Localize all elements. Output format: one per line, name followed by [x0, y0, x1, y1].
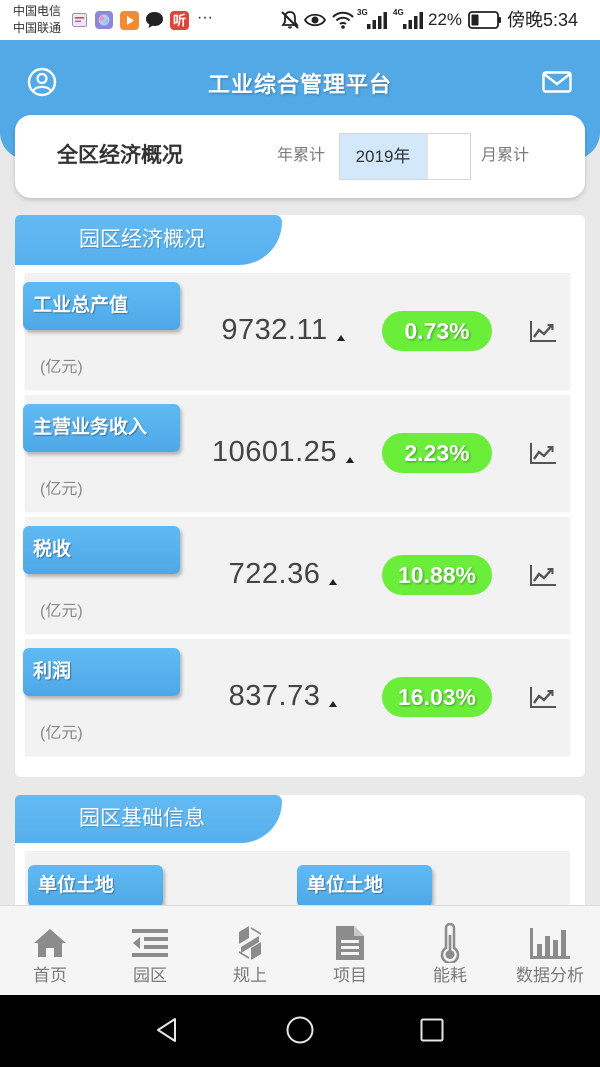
- eye-icon: [303, 12, 327, 28]
- back-icon[interactable]: [152, 1015, 182, 1045]
- metric-unit: (亿元): [40, 725, 83, 742]
- change-percent-badge: 2.23%: [382, 433, 492, 473]
- recents-icon[interactable]: [417, 1015, 447, 1045]
- nav-label: 数据分析: [516, 966, 584, 985]
- overview-title: 全区经济概况: [57, 144, 183, 167]
- year-cumulative-toggle[interactable]: 年累计: [277, 146, 325, 166]
- info-label-land: 单位土地: [297, 865, 432, 907]
- nav-label: 首页: [33, 966, 67, 985]
- month-cumulative-toggle[interactable]: 月累计: [481, 146, 529, 166]
- video-icon: [120, 11, 139, 30]
- signal-icon: [402, 11, 424, 29]
- carrier-info: 中国电信 中国联通: [13, 3, 61, 37]
- trend-up-icon: [329, 578, 338, 585]
- carrier-2: 中国联通: [13, 21, 62, 35]
- metric-label: 利润: [23, 648, 180, 696]
- mail-icon[interactable]: [542, 71, 572, 93]
- metric-unit: (亿元): [40, 481, 83, 498]
- metric-value: 9732.11: [221, 314, 328, 346]
- nav-item-above-scale[interactable]: 规上: [200, 906, 300, 995]
- system-navigation-bar: [0, 995, 600, 1067]
- metric-value: 10601.25: [212, 436, 337, 468]
- year-selector-blank[interactable]: [426, 134, 470, 179]
- park-economy-section: 园区经济概况 工业总产值 9732.11 0.73% (亿元) 主营业务收入 1…: [15, 215, 585, 777]
- chat-bubble-icon: [145, 11, 164, 29]
- trend-up-icon: [336, 334, 345, 341]
- nav-item-energy[interactable]: 能耗: [400, 906, 500, 995]
- home-circle-icon[interactable]: [285, 1015, 315, 1045]
- metric-unit: (亿元): [40, 603, 83, 620]
- status-bar: 中国电信 中国联通 听 ··· 3G 4G 22% 傍晚5:34: [0, 0, 600, 40]
- metric-value-group: 10601.25: [193, 432, 373, 472]
- info-label-land: 单位土地: [28, 865, 163, 907]
- bar-chart-icon: [500, 924, 600, 962]
- trend-chart-icon[interactable]: [529, 685, 557, 709]
- home-icon: [0, 924, 100, 962]
- thermometer-icon: [400, 923, 500, 963]
- metric-value: 837.73: [228, 680, 321, 712]
- metric-row-profit: 利润 837.73 16.03% (亿元): [23, 639, 570, 755]
- metric-label: 工业总产值: [23, 282, 180, 330]
- nav-item-projects[interactable]: 项目: [300, 906, 400, 995]
- metric-row-tax: 税收 722.36 10.88% (亿元): [23, 517, 570, 633]
- carrier-1: 中国电信: [13, 4, 62, 18]
- mute-icon: [280, 10, 300, 30]
- trend-chart-icon[interactable]: [529, 319, 557, 343]
- metric-label: 税收: [23, 526, 180, 574]
- more-notifications: ···: [197, 9, 213, 26]
- metric-row-industrial-output: 工业总产值 9732.11 0.73% (亿元): [23, 273, 570, 389]
- nav-label: 园区: [133, 966, 167, 985]
- nav-item-data-analysis[interactable]: 数据分析: [500, 906, 600, 995]
- metric-unit: (亿元): [40, 359, 83, 376]
- nav-label: 项目: [333, 966, 367, 985]
- app-icon: [95, 11, 113, 29]
- section-title: 园区基础信息: [15, 795, 282, 843]
- selected-year[interactable]: 2019年: [340, 134, 426, 179]
- document-icon: [300, 924, 400, 962]
- battery-icon: [468, 11, 502, 29]
- list-indent-icon: [100, 924, 200, 962]
- metric-label: 主营业务收入: [23, 404, 180, 452]
- clock: 傍晚5:34: [507, 10, 579, 30]
- trend-up-icon: [329, 700, 338, 707]
- district-overview-card: 全区经济概况 年累计 2019年 月累计: [15, 115, 585, 198]
- wifi-icon: [331, 10, 355, 30]
- nav-label: 规上: [233, 966, 267, 985]
- battery-percent: 22%: [428, 10, 463, 29]
- metric-value: 722.36: [228, 558, 321, 590]
- section-title: 园区经济概况: [15, 215, 282, 265]
- trend-chart-icon[interactable]: [529, 441, 557, 465]
- nav-item-park[interactable]: 园区: [100, 906, 200, 995]
- bottom-navigation: 首页 园区 规上 项目 能耗 数据分析: [0, 905, 600, 995]
- nav-label: 能耗: [433, 966, 467, 985]
- signal-icon: [366, 11, 388, 29]
- year-selector[interactable]: 2019年: [339, 133, 471, 180]
- nav-item-home[interactable]: 首页: [0, 906, 100, 995]
- metric-value-group: 9732.11: [193, 310, 373, 350]
- metric-value-group: 722.36: [193, 554, 373, 594]
- trend-up-icon: [345, 456, 354, 463]
- change-percent-badge: 10.88%: [382, 555, 492, 595]
- metric-value-group: 837.73: [193, 676, 373, 716]
- enterprise-logo-icon: [200, 924, 300, 962]
- change-percent-badge: 16.03%: [382, 677, 492, 717]
- app-badge-icon: 听: [170, 11, 189, 30]
- page-title: 工业综合管理平台: [207, 72, 392, 97]
- trend-chart-icon[interactable]: [529, 563, 557, 587]
- message-icon: [72, 13, 87, 27]
- metric-row-main-business-revenue: 主营业务收入 10601.25 2.23% (亿元): [23, 395, 570, 511]
- change-percent-badge: 0.73%: [382, 311, 492, 351]
